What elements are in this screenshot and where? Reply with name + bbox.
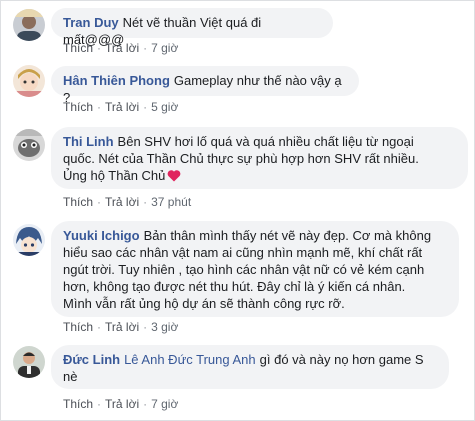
avatar[interactable]: [13, 346, 45, 378]
avatar[interactable]: [13, 9, 45, 41]
separator-dot: ·: [97, 100, 102, 114]
comment-actions: Thích · Trả lời · 3 giờ: [63, 320, 178, 334]
comment-bubble: Đức Linh Lê Anh Đức Trung Anh gì đó và này…: [51, 345, 449, 389]
comment-bubble: Thi Linh Bên SHV hơi lố quá và quá nhiều …: [51, 127, 468, 189]
comment-text-line: Mình vẫn rất ủng hộ dự án sẽ thành công …: [63, 296, 345, 311]
reply-button[interactable]: Trả lời: [105, 41, 139, 55]
comment-actions: Thích · Trả lời · 5 giờ: [63, 100, 178, 114]
separator-dot: ·: [97, 195, 102, 209]
comment-text: gì đó và này nọ hơn game S: [259, 352, 424, 367]
separator-dot: ·: [97, 397, 102, 411]
comment-text-line: hiểu sao các nhân vật nam ai cũng nhìn m…: [63, 245, 423, 260]
commenter-name[interactable]: Tran Duy: [63, 15, 119, 30]
separator-dot: ·: [143, 195, 148, 209]
commenter-name[interactable]: Đức Linh: [63, 352, 120, 367]
commenter-name[interactable]: Hân Thiên Phong: [63, 73, 170, 88]
timestamp[interactable]: 3 giờ: [151, 320, 178, 334]
comment-text-line: nè: [63, 369, 78, 384]
comment-bubble: Yuuki Ichigo Bản thân mình thấy nét vẽ nà…: [51, 221, 459, 317]
comment-text-line: hơn, không tạo được nét thu hút. Đây chỉ…: [63, 279, 406, 294]
like-button[interactable]: Thích: [63, 100, 93, 114]
comment-text-line: ngút trời. Tuy nhiên , tạo hình các nhân…: [63, 262, 425, 277]
commenter-name[interactable]: Thi Linh: [63, 134, 114, 149]
commenter-name[interactable]: Yuuki Ichigo: [63, 228, 140, 243]
comment-bubble: Tran Duy Nét vẽ thuần Việt quá đi mất@@@: [51, 8, 333, 47]
timestamp[interactable]: 7 giờ: [151, 41, 178, 55]
comment-text-line: Ủng hộ Thần Chủ: [63, 168, 166, 183]
comment-actions: Thích · Trả lời · 7 giờ: [63, 41, 178, 55]
avatar[interactable]: [13, 224, 45, 256]
mention-link[interactable]: Lê Anh Đức Trung Anh: [124, 352, 256, 367]
separator-dot: ·: [97, 41, 102, 55]
like-button[interactable]: Thích: [63, 195, 93, 209]
comment-text-line: Bản thân mình thấy nét vẽ này đẹp. Cơ mà…: [143, 228, 432, 243]
timestamp[interactable]: 7 giờ: [151, 397, 178, 411]
avatar[interactable]: [13, 129, 45, 161]
like-button[interactable]: Thích: [63, 320, 93, 334]
like-button[interactable]: Thích: [63, 41, 93, 55]
red-heart-icon: [167, 169, 181, 186]
comments-panel: Tran Duy Nét vẽ thuần Việt quá đi mất@@@ …: [0, 0, 475, 421]
separator-dot: ·: [143, 397, 148, 411]
comment-actions: Thích · Trả lời · 7 giờ: [63, 397, 178, 411]
reply-button[interactable]: Trả lời: [105, 195, 139, 209]
separator-dot: ·: [97, 320, 102, 334]
separator-dot: ·: [143, 320, 148, 334]
reply-button[interactable]: Trả lời: [105, 100, 139, 114]
separator-dot: ·: [143, 41, 148, 55]
comment-actions: Thích · Trả lời · 37 phút: [63, 195, 191, 209]
avatar[interactable]: [13, 65, 45, 97]
reply-button[interactable]: Trả lời: [105, 320, 139, 334]
comment-bubble: Hân Thiên Phong Gameplay như thế nào vậy …: [51, 66, 359, 105]
timestamp[interactable]: 5 giờ: [151, 100, 178, 114]
reply-button[interactable]: Trả lời: [105, 397, 139, 411]
comment-text-line: Bên SHV hơi lố quá và quá nhiều chất liệ…: [117, 134, 414, 149]
comment-text-line: quốc. Nét của Thần Chủ thực sự phù hợp h…: [63, 151, 419, 166]
timestamp[interactable]: 37 phút: [151, 195, 191, 209]
separator-dot: ·: [143, 100, 148, 114]
like-button[interactable]: Thích: [63, 397, 93, 411]
